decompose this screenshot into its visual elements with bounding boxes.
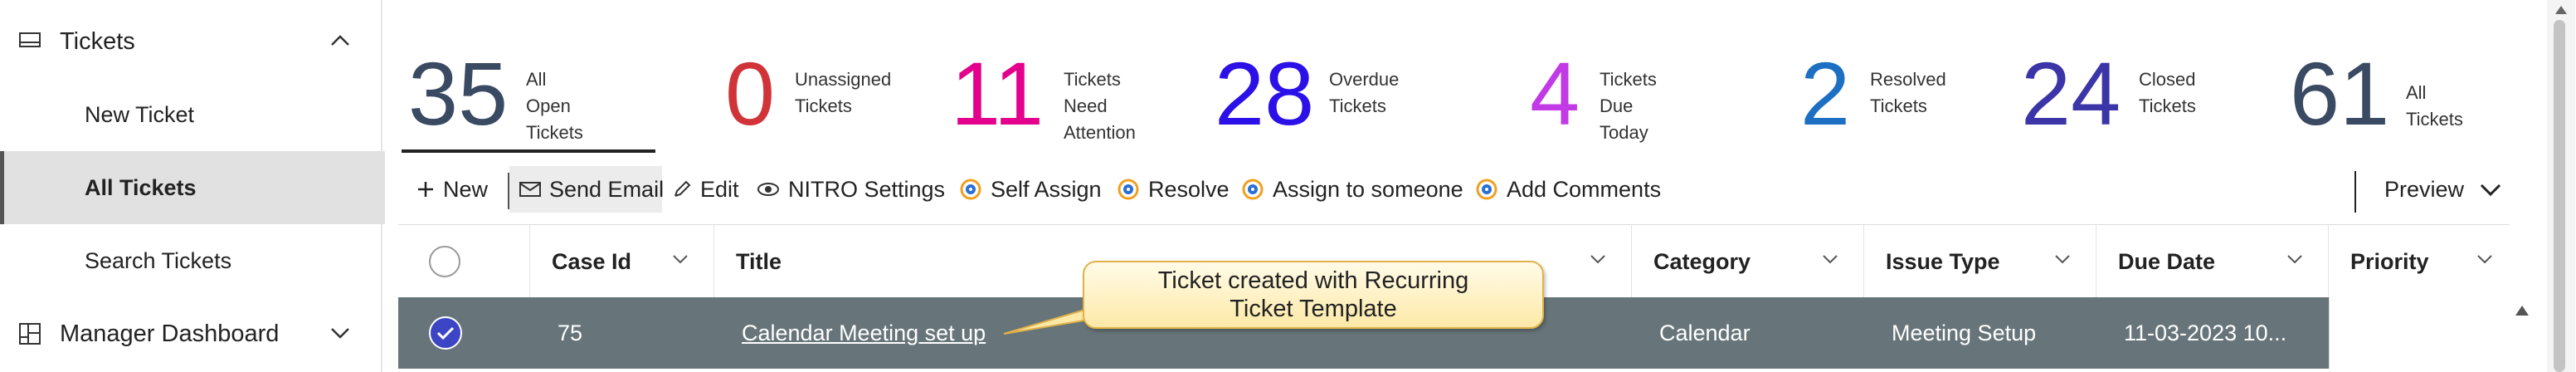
edit-button[interactable]: Edit	[672, 164, 739, 214]
column-header-issue-type[interactable]: Issue Type	[1863, 225, 2096, 298]
column-header-label: Case Id	[552, 248, 632, 274]
resolve-button[interactable]: Resolve	[1117, 164, 1230, 214]
preview-dropdown[interactable]: Preview	[2384, 164, 2510, 214]
add-comments-button[interactable]: Add Comments	[1475, 164, 1661, 214]
annotation-callout: Ticket created with Recurring Ticket Tem…	[1083, 261, 1544, 329]
select-all-checkbox-cell	[398, 225, 529, 298]
plus-icon	[418, 182, 433, 197]
active-stat-underline	[402, 149, 655, 153]
chevron-up-icon[interactable]	[329, 30, 351, 57]
ticket-icon	[18, 30, 41, 58]
scroll-thumb[interactable]	[2554, 20, 2565, 372]
stat-label: Unassigned Tickets	[795, 69, 892, 116]
stat-label: Closed Tickets	[2139, 69, 2196, 116]
stat-value: 0	[725, 43, 776, 144]
cell-due-date: 11-03-2023 10...	[2124, 320, 2287, 345]
chevron-down-icon	[1823, 255, 1838, 264]
column-header-category[interactable]: Category	[1631, 225, 1863, 298]
eye-icon	[757, 183, 779, 196]
self-assign-label: Self Assign	[991, 176, 1102, 202]
stat-label: Tickets Need Attention	[1064, 69, 1136, 143]
nitro-settings-label: NITRO Settings	[788, 176, 946, 202]
sidebar-item-label: New Ticket	[85, 101, 195, 127]
chevron-down-icon	[2287, 255, 2302, 264]
dashboard-icon	[18, 322, 41, 352]
scroll-up-arrow[interactable]	[2514, 304, 2530, 317]
send-email-button[interactable]: Send Email	[519, 164, 664, 214]
sidebar: Tickets New Ticket All Tickets Search Ti…	[0, 0, 385, 372]
mail-icon	[519, 182, 541, 197]
cell-issue-type: Meeting Setup	[1892, 320, 2037, 345]
sidebar-item-new-ticket[interactable]: New Ticket	[0, 78, 381, 151]
row-checkbox-checked[interactable]	[427, 315, 464, 351]
new-label: New	[443, 176, 489, 202]
preview-label: Preview	[2384, 176, 2465, 202]
sidebar-group-label: Tickets	[60, 27, 135, 55]
sidebar-item-label: All Tickets	[85, 174, 197, 200]
column-header-due-date[interactable]: Due Date	[2096, 225, 2328, 298]
chevron-down-icon	[2055, 255, 2070, 264]
toolbar-divider	[2354, 171, 2356, 213]
stat-value: 11	[951, 43, 1045, 144]
column-header-label: Priority	[2350, 248, 2429, 274]
column-header-case-id[interactable]: Case Id	[529, 225, 713, 298]
chevron-down-icon	[2480, 184, 2501, 197]
select-all-checkbox[interactable]	[427, 244, 462, 279]
chevron-down-icon	[1590, 255, 1605, 264]
stat-value: 35	[408, 43, 509, 144]
self-assign-button[interactable]: Self Assign	[959, 164, 1102, 214]
send-email-label: Send Email	[549, 176, 665, 202]
nitro-action-icon	[1242, 179, 1264, 200]
sidebar-item-all-tickets[interactable]: All Tickets	[0, 151, 385, 224]
page-scrollbar[interactable]	[2547, 0, 2575, 372]
stat-label: Resolved Tickets	[1870, 69, 1946, 116]
stat-label: All Tickets	[2406, 82, 2463, 130]
column-header-label: Category	[1653, 248, 1751, 274]
chevron-down-icon[interactable]	[329, 322, 351, 350]
toolbar-divider	[508, 173, 509, 209]
cell-title-link[interactable]: Calendar Meeting set up	[742, 297, 986, 369]
cell-case-id: 75	[558, 320, 583, 345]
nitro-action-icon	[1118, 179, 1139, 200]
assign-to-someone-label: Assign to someone	[1273, 176, 1463, 202]
nitro-action-icon	[1476, 179, 1497, 200]
chevron-down-icon	[2477, 255, 2492, 264]
stat-value: 4	[1530, 43, 1580, 144]
stat-value: 2	[1800, 43, 1851, 144]
stat-label: Overdue Tickets	[1329, 69, 1400, 116]
assign-to-someone-button[interactable]: Assign to someone	[1241, 164, 1463, 214]
new-button[interactable]: New	[416, 164, 488, 214]
resolve-label: Resolve	[1148, 176, 1230, 202]
stat-label: Tickets Due Today	[1600, 69, 1657, 143]
edit-label: Edit	[700, 176, 739, 202]
column-header-label: Title	[736, 248, 782, 274]
chevron-down-icon	[673, 255, 688, 264]
sidebar-item-label: Search Tickets	[85, 247, 232, 273]
command-bar: New Send Email Edit NITRO Settings Self …	[398, 164, 2539, 214]
sidebar-item-search-tickets[interactable]: Search Tickets	[0, 224, 381, 297]
column-header-label: Due Date	[2118, 248, 2216, 274]
add-comments-label: Add Comments	[1507, 176, 1662, 202]
sidebar-group-tickets[interactable]: Tickets	[0, 5, 381, 78]
stat-value: 61	[2290, 43, 2390, 144]
nitro-action-icon	[960, 179, 981, 200]
sidebar-group-label: Manager Dashboard	[60, 320, 280, 347]
column-header-priority[interactable]: Priority	[2328, 225, 2510, 298]
stat-value: 24	[2021, 43, 2121, 144]
scroll-up-arrow[interactable]	[2553, 3, 2569, 17]
stat-value: 28	[1215, 43, 1315, 144]
sidebar-group-manager-dashboard[interactable]: Manager Dashboard	[0, 297, 381, 370]
column-header-label: Issue Type	[1886, 248, 2000, 274]
cell-priority	[2329, 297, 2510, 369]
stat-label: All Open Tickets	[526, 69, 583, 143]
pencil-icon	[674, 180, 691, 197]
nitro-settings-button[interactable]: NITRO Settings	[757, 164, 945, 214]
cell-category: Calendar	[1659, 320, 1751, 345]
ticket-title-link[interactable]: Calendar Meeting set up	[742, 321, 986, 346]
